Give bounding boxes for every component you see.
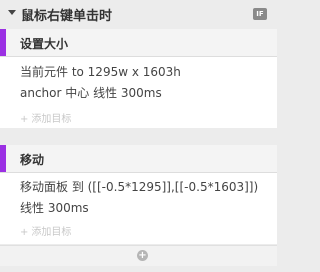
action-card-move[interactable]: 移动 移动面板 到 ([[-0.5*1295]],[[-0.5*1603]]) … <box>0 145 277 244</box>
action-detail-line[interactable]: anchor 中心 线性 300ms <box>20 84 162 101</box>
action-detail-line[interactable]: 移动面板 到 ([[-0.5*1295]],[[-0.5*1603]]) <box>20 178 258 195</box>
plus-icon: + <box>20 227 29 238</box>
add-action-bar[interactable]: + <box>0 245 277 266</box>
action-title: 移动 <box>20 153 45 167</box>
trigger-title: 鼠标右键单击时 <box>21 9 113 24</box>
trigger-header[interactable]: 鼠标右键单击时 IF <box>0 0 277 28</box>
action-header[interactable]: 设置大小 <box>0 29 277 57</box>
action-card-set-size[interactable]: 设置大小 当前元件 to 1295w x 1603h anchor 中心 线性 … <box>0 29 277 128</box>
action-header[interactable]: 移动 <box>0 145 277 173</box>
add-target-link[interactable]: + 添加目标 <box>20 223 71 238</box>
add-target-label: 添加目标 <box>31 114 72 125</box>
collapse-arrow-icon[interactable] <box>8 10 16 15</box>
plus-icon: + <box>20 114 29 125</box>
action-accent-bar <box>0 145 6 172</box>
add-action-icon[interactable]: + <box>137 250 148 261</box>
action-detail-line[interactable]: 线性 300ms <box>20 199 89 216</box>
add-target-label: 添加目标 <box>31 227 72 238</box>
add-target-link[interactable]: + 添加目标 <box>20 110 71 125</box>
action-title: 设置大小 <box>20 37 69 51</box>
action-accent-bar <box>0 29 6 56</box>
action-detail-line[interactable]: 当前元件 to 1295w x 1603h <box>20 63 181 80</box>
if-badge[interactable]: IF <box>253 8 267 20</box>
